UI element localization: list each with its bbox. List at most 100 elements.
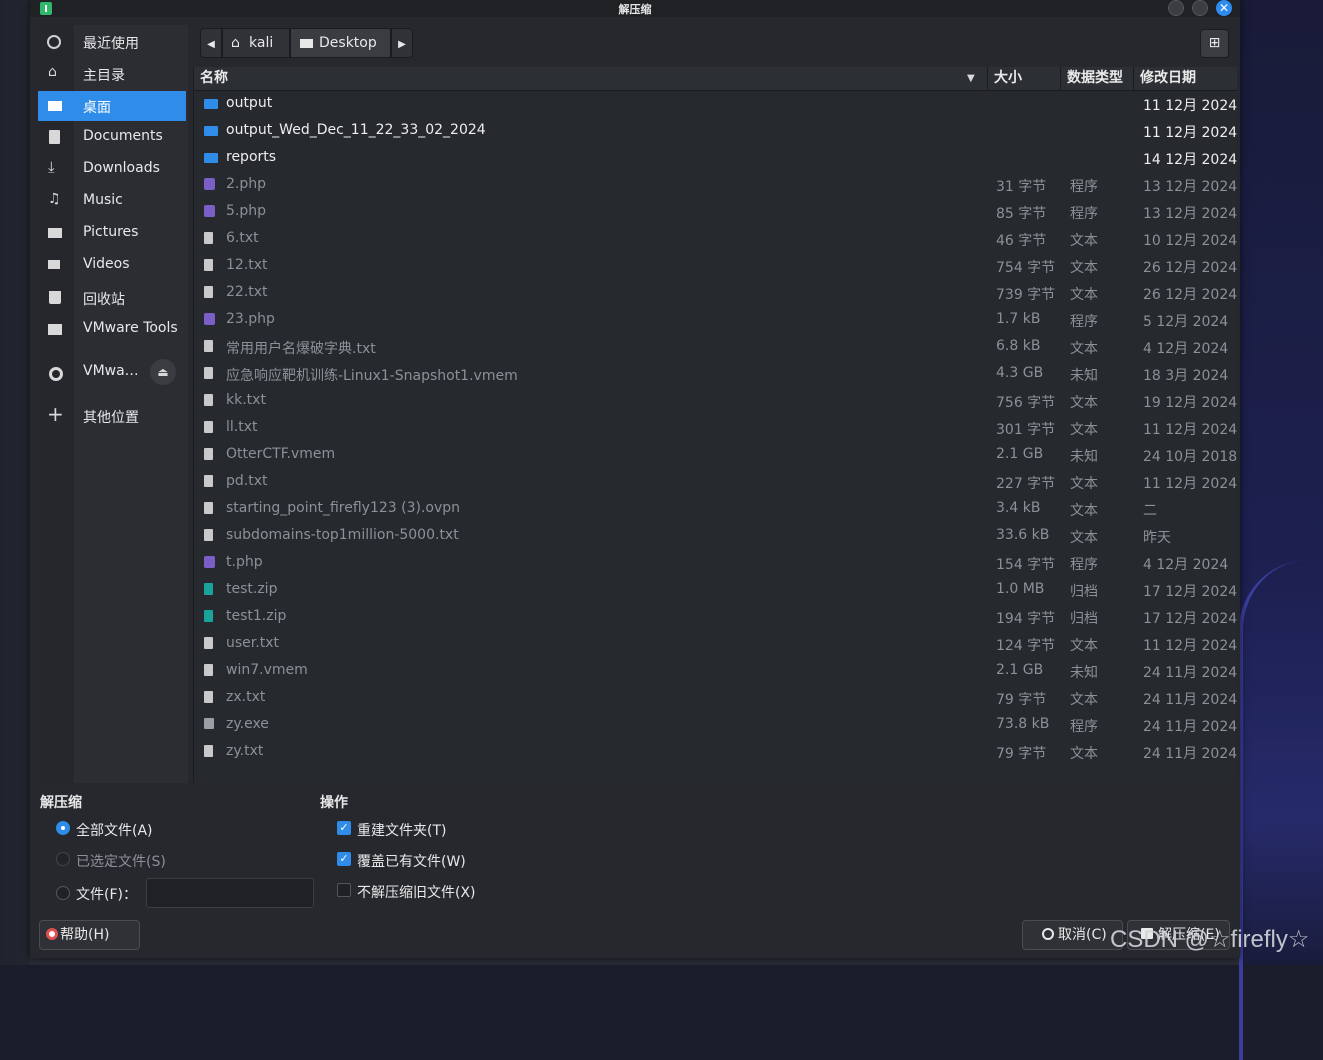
files-pattern-input[interactable] bbox=[146, 878, 314, 908]
column-size[interactable]: 大小 bbox=[988, 67, 1061, 90]
check-no-extract-older[interactable] bbox=[337, 883, 351, 897]
file-row[interactable]: output 11 12月 2024 bbox=[194, 91, 1237, 118]
sidebar-item-desktop[interactable]: 桌面 bbox=[38, 91, 186, 121]
new-folder-button[interactable]: ⊞ bbox=[1200, 29, 1229, 58]
file-date: 17 12月 2024 bbox=[1143, 611, 1238, 627]
check-overwrite[interactable]: ✓ bbox=[337, 852, 351, 866]
sidebar-item-vmware-mount[interactable]: VMwa… ⏏ bbox=[38, 357, 186, 387]
radio-all-files[interactable] bbox=[56, 821, 70, 835]
file-row[interactable]: ll.txt 301 字节 文本 11 12月 2024 bbox=[194, 415, 1237, 442]
file-row[interactable]: kk.txt 756 字节 文本 19 12月 2024 bbox=[194, 388, 1237, 415]
desktop-icon bbox=[48, 101, 62, 111]
file-row[interactable]: 常用用户名爆破字典.txt 6.8 kB 文本 4 12月 2024 bbox=[194, 334, 1237, 361]
window-title: 解压缩 bbox=[618, 3, 652, 16]
extract-heading: 解压缩 bbox=[40, 795, 82, 811]
file-row[interactable]: test.zip 1.0 MB 归档 17 12月 2024 bbox=[194, 577, 1237, 604]
check-no-extract-older-label[interactable]: 不解压缩旧文件(X) bbox=[357, 882, 476, 902]
eject-icon[interactable]: ⏏ bbox=[150, 359, 176, 385]
file-date: 17 12月 2024 bbox=[1143, 584, 1238, 600]
file-size: 227 字节 bbox=[996, 476, 1056, 492]
radio-files-label[interactable]: 文件(F)： bbox=[76, 884, 137, 904]
column-name[interactable]: 名称 ▼ bbox=[194, 67, 988, 90]
php-file-icon bbox=[204, 556, 215, 568]
help-button[interactable]: 帮助(H) bbox=[39, 920, 140, 950]
file-size: 33.6 kB bbox=[996, 527, 1050, 543]
file-size: 1.0 MB bbox=[996, 581, 1045, 597]
check-icon: ✓ bbox=[339, 852, 349, 865]
file-date: 26 12月 2024 bbox=[1143, 287, 1238, 303]
sidebar-item-pictures[interactable]: Pictures bbox=[38, 218, 186, 248]
sidebar-item-trash[interactable]: 回收站 bbox=[38, 283, 186, 313]
file-name: 2.php bbox=[226, 176, 267, 192]
file-type: 程序 bbox=[1070, 206, 1098, 222]
file-row[interactable]: win7.vmem 2.1 GB 未知 24 11月 2024 bbox=[194, 658, 1237, 685]
file-name: reports bbox=[226, 149, 277, 165]
text-file-icon bbox=[204, 421, 213, 433]
sidebar-item-vmware-tools[interactable]: VMware Tools bbox=[38, 314, 186, 344]
text-file-icon bbox=[204, 502, 213, 514]
sidebar-item-recent[interactable]: 最近使用 bbox=[38, 27, 186, 57]
column-date[interactable]: 修改日期 bbox=[1134, 67, 1237, 90]
new-folder-icon: ⊞ bbox=[1208, 35, 1221, 51]
check-recreate-folders-label[interactable]: 重建文件夹(T) bbox=[357, 820, 446, 840]
file-row[interactable]: subdomains-top1million-5000.txt 33.6 kB 文本… bbox=[194, 523, 1237, 550]
close-button[interactable]: ✕ bbox=[1216, 0, 1232, 16]
cancel-button[interactable]: 取消(C) bbox=[1022, 920, 1123, 950]
sidebar-item-documents[interactable]: Documents bbox=[38, 122, 186, 152]
file-row[interactable]: 22.txt 739 字节 文本 26 12月 2024 bbox=[194, 280, 1237, 307]
folder-icon bbox=[204, 99, 218, 109]
file-row[interactable]: output_Wed_Dec_11_22_33_02_2024 11 12月 20… bbox=[194, 118, 1237, 145]
radio-all-files-label[interactable]: 全部文件(A) bbox=[76, 820, 153, 840]
radio-selected-files-label[interactable]: 已选定文件(S) bbox=[76, 851, 166, 871]
file-row[interactable]: user.txt 124 字节 文本 11 12月 2024 bbox=[194, 631, 1237, 658]
maximize-button[interactable] bbox=[1192, 0, 1208, 16]
file-row[interactable]: 5.php 85 字节 程序 13 12月 2024 bbox=[194, 199, 1237, 226]
radio-selected-files[interactable] bbox=[56, 852, 70, 866]
file-row[interactable]: zy.txt 79 字节 文本 24 11月 2024 bbox=[194, 739, 1237, 766]
check-icon: ✓ bbox=[339, 821, 349, 834]
file-row[interactable]: pd.txt 227 字节 文本 11 12月 2024 bbox=[194, 469, 1237, 496]
file-date: 24 11月 2024 bbox=[1143, 719, 1238, 735]
text-file-icon bbox=[204, 637, 213, 649]
sidebar-item-downloads[interactable]: ⤓ Downloads bbox=[38, 154, 186, 184]
home-icon: ⌂ bbox=[231, 35, 240, 51]
sidebar-item-other-locations[interactable]: + 其他位置 bbox=[38, 401, 186, 431]
archive-file-icon bbox=[204, 583, 213, 595]
column-type[interactable]: 数据类型 bbox=[1061, 67, 1134, 90]
watermark: CSDN @☆firefly☆ bbox=[1110, 926, 1310, 953]
file-row[interactable]: OtterCTF.vmem 2.1 GB 未知 24 10月 2018 bbox=[194, 442, 1237, 469]
file-row[interactable]: test1.zip 194 字节 归档 17 12月 2024 bbox=[194, 604, 1237, 631]
file-type: 文本 bbox=[1070, 638, 1098, 654]
radio-files[interactable] bbox=[56, 886, 70, 900]
file-date: 26 12月 2024 bbox=[1143, 260, 1238, 276]
file-row[interactable]: 应急响应靶机训练-Linux1-Snapshot1.vmem 4.3 GB 未知 18… bbox=[194, 361, 1237, 388]
sidebar-item-home[interactable]: ⌂ 主目录 bbox=[38, 59, 186, 89]
file-row[interactable]: zx.txt 79 字节 文本 24 11月 2024 bbox=[194, 685, 1237, 712]
path-segment-desktop[interactable]: Desktop bbox=[290, 28, 391, 58]
file-row[interactable]: reports 14 12月 2024 bbox=[194, 145, 1237, 172]
file-row[interactable]: 23.php 1.7 kB 程序 5 12月 2024 bbox=[194, 307, 1237, 334]
file-type: 归档 bbox=[1070, 611, 1098, 627]
file-row[interactable]: 12.txt 754 字节 文本 26 12月 2024 bbox=[194, 253, 1237, 280]
check-overwrite-label[interactable]: 覆盖已有文件(W) bbox=[357, 851, 466, 871]
path-forward-button[interactable]: ▶ bbox=[391, 28, 413, 58]
file-row[interactable]: zy.exe 73.8 kB 程序 24 11月 2024 bbox=[194, 712, 1237, 739]
file-type: 程序 bbox=[1070, 719, 1098, 735]
check-recreate-folders[interactable]: ✓ bbox=[337, 821, 351, 835]
path-back-button[interactable]: ◀ bbox=[200, 28, 222, 58]
file-date: 24 11月 2024 bbox=[1143, 665, 1238, 681]
archive-file-icon bbox=[204, 610, 213, 622]
sidebar-item-music[interactable]: ♫ Music bbox=[38, 186, 186, 216]
file-name: subdomains-top1million-5000.txt bbox=[226, 527, 459, 543]
file-row[interactable]: t.php 154 字节 程序 4 12月 2024 bbox=[194, 550, 1237, 577]
text-file-icon bbox=[204, 232, 213, 244]
file-row[interactable]: starting_point_firefly123 (3).ovpn 3.4 kB… bbox=[194, 496, 1237, 523]
file-size: 154 字节 bbox=[996, 557, 1056, 573]
file-name: OtterCTF.vmem bbox=[226, 446, 336, 462]
minimize-button[interactable] bbox=[1168, 0, 1184, 16]
file-row[interactable]: 6.txt 46 字节 文本 10 12月 2024 bbox=[194, 226, 1237, 253]
music-icon: ♫ bbox=[48, 191, 61, 207]
sidebar-item-videos[interactable]: Videos bbox=[38, 250, 186, 280]
path-segment-home[interactable]: ⌂ kali bbox=[222, 28, 290, 58]
file-row[interactable]: 2.php 31 字节 程序 13 12月 2024 bbox=[194, 172, 1237, 199]
